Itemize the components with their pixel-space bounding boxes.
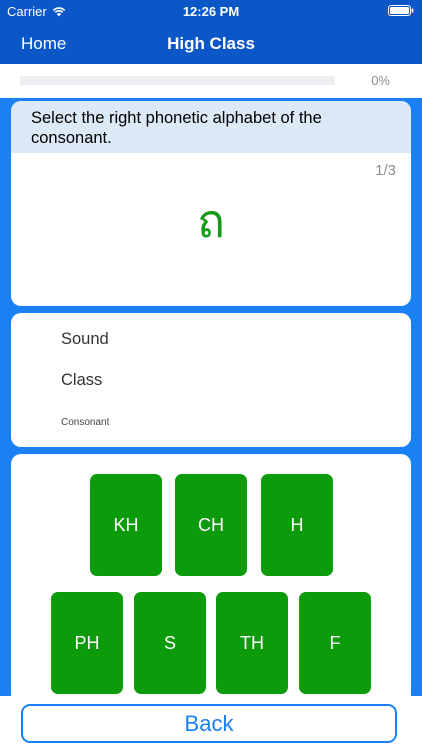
back-button[interactable]: Back: [21, 704, 397, 743]
answers-card: KH CH H PH S TH F: [11, 454, 411, 704]
consonant-character: ถ: [197, 194, 225, 248]
status-time: 12:26 PM: [182, 4, 240, 19]
answer-button-kh[interactable]: KH: [90, 474, 162, 576]
answer-button-ch[interactable]: CH: [175, 474, 247, 576]
question-counter: 1/3: [375, 162, 396, 179]
answer-button-s[interactable]: S: [134, 592, 206, 694]
question-prompt: Select the right phonetic alphabet of th…: [11, 101, 411, 153]
answer-button-ph[interactable]: PH: [51, 592, 123, 694]
status-bar: Carrier 12:26 PM: [0, 0, 422, 22]
answer-button-f[interactable]: F: [299, 592, 371, 694]
answer-button-h[interactable]: H: [261, 474, 333, 576]
answer-button-th[interactable]: TH: [216, 592, 288, 694]
quiz-area: Select the right phonetic alphabet of th…: [0, 98, 422, 704]
navigation-bar: Home High Class: [0, 22, 422, 64]
page-title: High Class: [167, 34, 255, 53]
progress-bar: [20, 76, 335, 85]
question-card: Select the right phonetic alphabet of th…: [11, 101, 411, 306]
footer: Back: [0, 696, 422, 750]
consonant-label: Consonant: [61, 417, 110, 428]
progress-section: 0%: [0, 64, 422, 98]
battery-icon: [388, 5, 414, 16]
info-card: Sound Class Consonant: [11, 313, 411, 447]
progress-label: 0%: [371, 73, 390, 88]
sound-label: Sound: [61, 330, 109, 348]
class-label: Class: [61, 371, 103, 389]
app-header: Carrier 12:26 PM Home High Class: [0, 0, 422, 64]
